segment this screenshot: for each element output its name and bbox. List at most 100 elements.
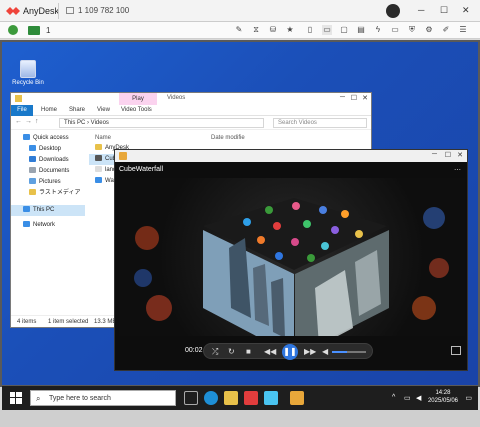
taskbar-search[interactable]: ⌕ Type here to search [30,390,176,406]
monitor-icon[interactable] [28,26,40,35]
app-icon [273,222,281,230]
anydesk-toolbar: 1 ✎ ⧖ ⛁ ★ ▯ ▭ ▢ ▤ ϟ ▭ ⛨ ⚙ ✐ ☰ [0,22,480,39]
sidebar-item-network[interactable]: Network [11,220,85,231]
volume-slider[interactable] [332,351,366,353]
taskbar-clock[interactable]: 14:28 2025/05/06 [428,389,458,405]
favorite-icon[interactable]: ★ [285,25,295,35]
sidebar-item-downloads[interactable]: Downloads [11,155,85,166]
app-icon [257,236,265,244]
waterfall-water [355,250,381,316]
search-input[interactable]: Search Videos [273,118,367,128]
explorer-title: Videos [167,95,186,101]
anydesk-taskbar-icon[interactable] [244,391,258,405]
app-icon [275,252,283,260]
start-icon[interactable] [10,392,22,404]
column-date[interactable]: Date modifie [211,135,245,141]
pen-icon[interactable]: ✐ [441,25,451,35]
sidebar-item-desktop[interactable]: Desktop [11,144,85,155]
recycle-bin-label: Recycle Bin [12,80,44,86]
screen-icon[interactable]: ▭ [322,25,332,35]
close-icon[interactable]: ✕ [462,5,470,16]
menu-icon[interactable]: ☰ [458,25,468,35]
app-icon [243,218,251,226]
edge-icon[interactable] [204,391,218,405]
explorer-close-icon[interactable]: ✕ [362,94,368,102]
glow-orb [423,207,445,229]
volume-icon[interactable]: ◀ [322,347,328,357]
column-name[interactable]: Name [95,135,111,141]
more-options-icon[interactable]: ⋯ [454,166,461,174]
anydesk-titlebar: AnyDesk 1 109 782 100 ─ ☐ ✕ [0,0,480,22]
player-maximize-icon[interactable]: ☐ [445,151,451,159]
gear-icon[interactable]: ⚙ [424,25,434,35]
picture-icon [29,178,36,185]
shield-icon[interactable]: ⛨ [407,25,417,35]
desktop-icon [29,145,36,152]
chat-icon[interactable]: ✎ [234,25,244,35]
network-tray-icon[interactable]: ▭ [404,394,411,402]
storage-icon[interactable]: ⛁ [268,25,278,35]
video-frame [119,178,465,336]
sidebar-item-documents[interactable]: Documents [11,166,85,177]
volume-tray-icon[interactable]: ◀ [416,394,421,402]
sidebar-item-quick-access[interactable]: Quick access [11,133,85,144]
display-icon[interactable]: ▭ [390,25,400,35]
remote-desktop: Recycle Bin Play Videos ─ ☐ ✕ File Home … [0,40,480,387]
message-icon[interactable]: ▢ [339,25,349,35]
maximize-icon[interactable]: ☐ [440,5,448,16]
navigation-pane: Quick access Desktop Downloads Documents… [11,133,85,313]
pause-button[interactable]: ❚❚ [282,344,298,360]
session-address[interactable]: 1 109 782 100 [78,6,129,15]
explorer-minimize-icon[interactable]: ─ [340,94,345,101]
menu-share[interactable]: Share [69,107,85,113]
sidebar-item-this-pc[interactable]: This PC [11,205,85,216]
repeat-icon[interactable]: ↻ [228,347,235,357]
session-number: 1 [46,26,51,35]
explorer-ribbon: File Home Share View Video Tools [11,105,371,116]
player-close-icon[interactable]: ✕ [457,151,463,159]
app-icon [291,238,299,246]
stop-icon[interactable]: ■ [246,347,251,357]
app-icon [319,206,327,214]
timer-icon[interactable]: ⧖ [251,25,261,35]
file-icon[interactable]: ▯ [305,25,315,35]
sidebar-item-media[interactable]: ラストメディア [11,188,85,199]
lightning-icon[interactable]: ϟ [373,25,383,35]
previous-icon[interactable]: ◀◀ [264,347,276,357]
explorer-maximize-icon[interactable]: ☐ [351,94,357,102]
file-explorer-icon[interactable] [224,391,238,405]
skyscraper [229,238,251,318]
task-view-icon[interactable] [184,391,198,405]
folder-icon [95,144,102,151]
session-tab-icon[interactable] [66,7,74,14]
ribbon-context-tab[interactable]: Play [119,93,157,105]
menu-home[interactable]: Home [41,107,57,113]
folder-icon [29,189,36,196]
menu-view[interactable]: View [97,107,110,113]
connection-status-icon [8,25,18,35]
sidebar-item-pictures[interactable]: Pictures [11,177,85,188]
player-titlebar: ─ ☐ ✕ [115,150,467,162]
explorer-titlebar: Play Videos ─ ☐ ✕ [11,93,371,105]
next-icon[interactable]: ▶▶ [304,347,316,357]
menu-video-tools[interactable]: Video Tools [121,107,152,113]
store-icon[interactable] [264,391,278,405]
skyscraper [271,278,285,336]
keyboard-icon[interactable]: ▤ [356,25,366,35]
glow-orb [429,258,449,278]
minimize-icon[interactable]: ─ [418,5,424,15]
file-icon [95,166,102,173]
recycle-bin[interactable]: Recycle Bin [10,60,46,86]
menu-file[interactable]: File [11,105,33,116]
notification-icon[interactable]: ▭ [465,394,472,402]
user-avatar-icon[interactable] [386,4,400,18]
video-file-icon [95,177,102,184]
shuffle-icon[interactable]: ⤮ [212,347,218,357]
tray-chevron-icon[interactable]: ^ [392,394,395,401]
nav-arrows-icon[interactable]: ←→↑ [15,118,42,125]
fullscreen-icon[interactable] [451,346,461,355]
media-player-taskbar-icon[interactable] [290,391,304,405]
pc-icon [23,206,30,213]
address-bar[interactable]: This PC › Videos [59,118,264,128]
player-minimize-icon[interactable]: ─ [432,151,437,158]
